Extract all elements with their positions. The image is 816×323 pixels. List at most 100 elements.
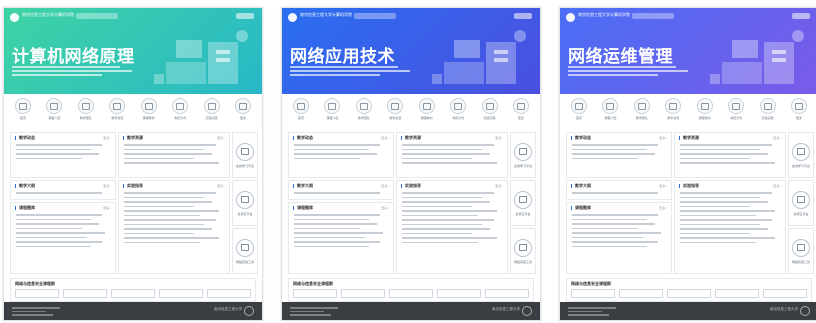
side-entry-1[interactable]: 在线学习平台 [510,132,536,178]
nav-home[interactable]: 首页 [10,98,36,128]
more-link[interactable]: 更多> [659,184,667,188]
top-nav[interactable] [354,13,396,19]
card-list[interactable] [680,192,780,246]
side-entry-3[interactable]: 网络实验工具 [510,228,536,274]
link-button-3[interactable] [389,289,433,298]
top-nav[interactable] [632,13,674,19]
more-link[interactable]: 更多> [217,136,225,140]
nav-exam[interactable]: 考核方式 [723,98,749,128]
card-list[interactable] [402,192,502,246]
card-list[interactable] [294,192,388,197]
nav-resource[interactable]: 教学资源 [660,98,686,128]
link-button-5[interactable] [485,289,529,298]
card-list[interactable] [402,144,502,167]
card-list[interactable] [680,144,780,167]
top-nav[interactable] [76,13,118,19]
side-entry-3[interactable]: 网络实验工具 [788,228,814,274]
nav-more[interactable]: 更多 [230,98,256,128]
more-link[interactable]: 更多> [495,136,503,140]
card-title: 教学动态 [293,136,313,140]
nav-team[interactable]: 教学团队 [629,98,655,128]
nav-book[interactable]: 课程教材 [136,98,162,128]
link-button-1[interactable] [15,289,59,298]
side-entry-1[interactable]: 在线学习平台 [788,132,814,178]
card-list[interactable] [572,214,666,250]
card-title: 教学动态 [571,136,591,140]
side-entry-3[interactable]: 网络实验工具 [232,228,258,274]
footer: 南京信息工程大学 [4,302,262,320]
card-list[interactable] [572,192,666,197]
more-link[interactable]: 更多> [103,136,111,140]
more-link[interactable]: 更多> [103,184,111,188]
more-link[interactable]: 更多> [773,136,781,140]
card-list[interactable] [124,144,224,167]
more-link[interactable]: 更多> [103,206,111,210]
login-button[interactable] [514,13,532,19]
nav-team[interactable]: 教学团队 [351,98,377,128]
nav-team[interactable]: 教学团队 [73,98,99,128]
home-icon [571,98,587,114]
more-link[interactable]: 更多> [381,184,389,188]
exam-icon [450,98,467,114]
nav-label: 教学团队 [357,116,370,120]
nav-book[interactable]: 课程教材 [692,98,718,128]
nav-intro[interactable]: 课程介绍 [319,98,345,128]
nav-label: 课程介绍 [604,116,617,120]
card-list[interactable] [294,214,388,250]
link-button-1[interactable] [571,289,615,298]
nav-intro[interactable]: 课程介绍 [41,98,67,128]
link-button-2[interactable] [341,289,385,298]
link-button-4[interactable] [159,289,203,298]
nav-home[interactable]: 首页 [288,98,314,128]
login-button[interactable] [792,13,810,19]
more-link[interactable]: 更多> [495,184,503,188]
nav-intro[interactable]: 课程介绍 [597,98,623,128]
side-entry-2[interactable]: 资源云平台 [510,180,536,226]
nav-label: 更多 [517,116,524,120]
nav-label: 首页 [297,116,304,120]
link-button-2[interactable] [63,289,107,298]
nav-more[interactable]: 更多 [786,98,812,128]
card-list[interactable] [572,144,666,162]
link-button-5[interactable] [763,289,807,298]
card-title: 教学大纲 [571,184,591,188]
link-button-2[interactable] [619,289,663,298]
more-link[interactable]: 更多> [217,184,225,188]
nav-resource[interactable]: 教学资源 [104,98,130,128]
link-button-4[interactable] [715,289,759,298]
link-button-3[interactable] [667,289,711,298]
side-label: 网络实验工具 [513,259,532,264]
more-link[interactable]: 更多> [659,206,667,210]
link-button-5[interactable] [207,289,251,298]
card-list[interactable] [16,144,110,162]
link-button-3[interactable] [111,289,155,298]
card-list[interactable] [294,144,388,162]
card-list[interactable] [16,192,110,197]
card-list[interactable] [16,214,110,250]
more-link[interactable]: 更多> [381,136,389,140]
side-entry-2[interactable]: 资源云平台 [788,180,814,226]
login-button[interactable] [236,13,254,19]
hero-illustration-icon [710,30,804,84]
link-button-4[interactable] [437,289,481,298]
nav-exam[interactable]: 考核方式 [167,98,193,128]
side-entry-2[interactable]: 资源云平台 [232,180,258,226]
more-link[interactable]: 更多> [659,136,667,140]
nav-label: 教学资源 [389,116,402,120]
more-link[interactable]: 更多> [381,206,389,210]
nav-more[interactable]: 更多 [508,98,534,128]
nav-exam[interactable]: 考核方式 [445,98,471,128]
nav-home[interactable]: 首页 [566,98,592,128]
side-entry-1[interactable]: 在线学习平台 [232,132,258,178]
hero-banner: 南京信息工程大学计算机学院 网络运维管理 [560,8,816,94]
more-link[interactable]: 更多> [773,184,781,188]
card-list[interactable] [124,192,224,246]
nav-practice[interactable]: 实验实践 [477,98,503,128]
nav-practice[interactable]: 实验实践 [199,98,225,128]
side-label: 在线学习平台 [791,163,810,168]
nav-label: 首页 [19,116,26,120]
nav-resource[interactable]: 教学资源 [382,98,408,128]
link-button-1[interactable] [293,289,337,298]
nav-practice[interactable]: 实验实践 [755,98,781,128]
nav-book[interactable]: 课程教材 [414,98,440,128]
